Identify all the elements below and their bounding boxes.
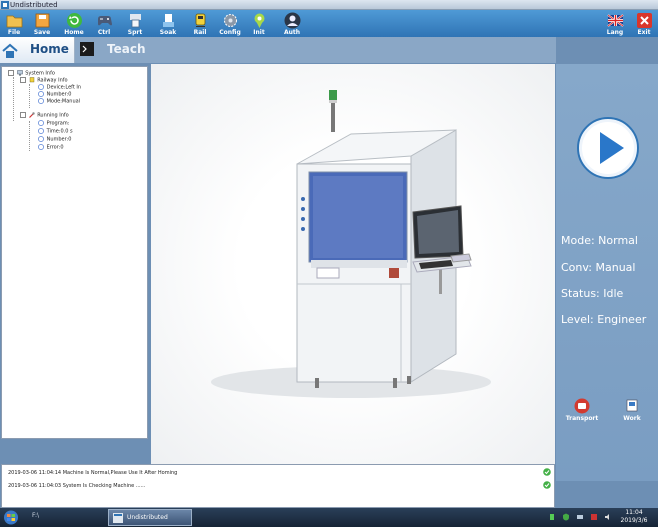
check-icon: [543, 481, 551, 489]
tree-leaf[interactable]: Error:0: [38, 144, 64, 152]
close-icon: [636, 13, 652, 28]
save-button[interactable]: Save: [28, 10, 56, 37]
level-status: Level: Engineer: [561, 313, 647, 326]
battery-icon: [550, 514, 554, 520]
tree-leaf[interactable]: Program:: [38, 120, 69, 128]
item-icon: [38, 91, 44, 97]
tab-teach[interactable]: Teach: [75, 37, 155, 63]
tab-home[interactable]: Home: [0, 37, 75, 63]
transport-icon: [574, 398, 590, 414]
collapse-icon[interactable]: [20, 112, 26, 118]
home-toolbar-button[interactable]: Home: [60, 10, 88, 37]
tree-leaf[interactable]: Number:0: [38, 136, 71, 144]
refresh-icon: [66, 13, 82, 28]
uk-flag-icon: [606, 14, 624, 27]
message-log: 2019-03-06 11:04:14 Machine Is Normal,Pl…: [1, 464, 555, 508]
gear-icon: [223, 14, 237, 27]
house-icon: [2, 43, 18, 58]
quick-path[interactable]: F:\: [32, 512, 39, 519]
item-icon: [38, 120, 44, 126]
work-button[interactable]: Work: [612, 398, 652, 422]
tree-node-running-info[interactable]: Running Info: [20, 112, 69, 120]
window-title: Undistributed: [10, 1, 58, 9]
collapse-icon[interactable]: [20, 77, 26, 83]
terminal-icon: [80, 42, 94, 56]
collapse-icon[interactable]: [8, 70, 14, 76]
run-status: Status: Idle: [561, 287, 624, 300]
item-icon: [38, 144, 44, 150]
rail-icon: [29, 77, 34, 83]
rail-icon: [195, 13, 205, 27]
sprt-button[interactable]: Sprt: [121, 10, 149, 37]
item-icon: [38, 136, 44, 142]
item-icon: [38, 84, 44, 90]
tree-connector: [13, 77, 14, 121]
soak-button[interactable]: Soak: [154, 10, 182, 37]
os-taskbar: F:\ Undistributed 11:04 2019/3/6: [0, 508, 658, 527]
tool-icon: [28, 112, 35, 118]
exit-button[interactable]: Exit: [630, 10, 658, 37]
computer-icon: [16, 70, 23, 76]
tab-bar: Home Teach: [0, 37, 556, 63]
tree-connector: [29, 121, 30, 151]
machine-render: [211, 90, 491, 398]
shield-icon: [563, 513, 569, 521]
folder-icon: [6, 15, 22, 28]
transport-button[interactable]: Transport: [562, 398, 602, 422]
item-icon: [38, 128, 44, 134]
rail-button[interactable]: Rail: [186, 10, 214, 37]
log-entry: 2019-03-06 11:04:14 Machine Is Normal,Pl…: [8, 470, 178, 476]
check-icon: [543, 468, 551, 476]
soak-icon: [162, 14, 174, 27]
app-window-icon: [113, 513, 123, 523]
alert-icon: [591, 514, 597, 520]
init-button[interactable]: Init: [245, 10, 273, 37]
item-icon: [38, 98, 44, 104]
system-info-tree: System Info Railway Info Device:Left In …: [1, 66, 148, 439]
user-icon: [284, 12, 300, 29]
conv-status: Conv: Manual: [561, 261, 636, 274]
main-toolbar: File Save Home Ctrl Sprt Soak Rail Confi…: [0, 10, 658, 37]
network-icon: [577, 515, 583, 519]
tree-leaf[interactable]: Time:0.0 s: [38, 128, 73, 136]
machine-viewport: [151, 64, 555, 464]
auth-button[interactable]: Auth: [278, 10, 306, 37]
app-icon: [1, 1, 9, 9]
log-entry: 2019-03-06 11:04:03 System Is Checking M…: [8, 483, 146, 489]
mode-status: Mode: Normal: [561, 234, 638, 247]
ctrl-button[interactable]: Ctrl: [90, 10, 118, 37]
tree-leaf[interactable]: Mode:Manual: [38, 98, 80, 106]
save-icon: [35, 13, 49, 28]
start-button[interactable]: [576, 116, 640, 180]
taskbar-clock[interactable]: 11:04 2019/3/6: [616, 509, 652, 525]
window-titlebar: Undistributed: [0, 0, 658, 10]
file-button[interactable]: File: [0, 10, 28, 37]
config-button[interactable]: Config: [216, 10, 244, 37]
tree-connector: [29, 84, 30, 108]
work-icon: [626, 399, 638, 412]
gamepad-icon: [97, 16, 112, 26]
volume-icon: [605, 514, 609, 520]
taskbar-app-button[interactable]: Undistributed: [108, 509, 192, 526]
pin-icon: [254, 13, 264, 28]
printer-icon: [129, 14, 141, 28]
windows-start-icon[interactable]: [2, 510, 20, 525]
lang-button[interactable]: Lang: [601, 10, 629, 37]
